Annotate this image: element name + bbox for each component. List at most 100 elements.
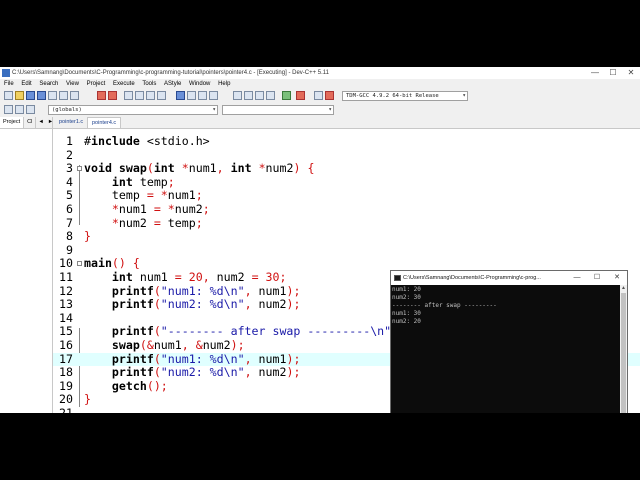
save-icon[interactable] [26,91,35,100]
code-line[interactable]: 3 void swap(int *num1, int *num2) { [53,161,640,176]
new-file-icon[interactable] [4,91,13,100]
fold-toggle-icon[interactable] [77,261,82,267]
menu-search[interactable]: Search [39,81,58,87]
scope-select[interactable]: (globals) ▾ [48,105,218,115]
replace-icon[interactable] [135,91,144,100]
console-scrollbar[interactable]: ▲ [620,285,627,413]
tab-pointer4[interactable]: pointer4.c [87,117,122,128]
fold-toggle-icon[interactable] [77,166,82,172]
tab-pointer1[interactable]: pointer1.c [55,117,87,128]
tab-project[interactable]: Project [0,117,25,128]
code-line[interactable]: 2 [53,147,640,163]
code-line[interactable]: 9 [53,242,640,258]
goto-line-icon[interactable] [157,91,166,100]
code-line[interactable]: 6 *num1 = *num2; [53,202,640,217]
console-window: C:\Users\Samnang\Documents\C-Programming… [390,270,628,413]
console-output: num1: 20 num2: 30 -------- after swap --… [391,285,620,413]
member-select[interactable]: ▾ [222,105,334,115]
code-line[interactable]: 5 temp = *num1; [53,189,640,203]
code-line[interactable]: 1 #include <stdio.h> [53,134,640,149]
menu-project[interactable]: Project [87,81,106,87]
code-line[interactable]: 8} [53,229,640,244]
line-number: 8 [66,229,73,244]
compile-icon[interactable] [233,91,242,100]
menu-window[interactable]: Window [189,81,210,87]
check-syntax-icon[interactable] [282,91,291,100]
close-file-icon[interactable] [48,91,57,100]
line-number: 10 [59,256,73,271]
console-line: -------- after swap --------- [392,302,497,309]
line-number: 15 [59,324,73,339]
scope-select-value: (globals) [52,107,82,113]
code-line[interactable]: 7 *num2 = temp; [53,215,640,231]
rebuild-icon[interactable] [266,91,275,100]
line-number: 19 [59,378,73,393]
stop-execution-icon[interactable] [296,91,305,100]
menu-tools[interactable]: Tools [142,81,156,87]
compiler-select-value: TDM-GCC 4.9.2 64-bit Release [346,93,439,99]
add-to-project-icon[interactable] [187,91,196,100]
line-number: 2 [66,147,73,162]
code-text: printf("num2: %d\n", num2); [111,365,301,380]
console-close-button[interactable]: ✕ [607,271,627,285]
console-line: num1: 20 [392,286,421,293]
undo-icon[interactable] [97,91,106,100]
project-options-icon[interactable] [209,91,218,100]
insert-icon[interactable] [4,105,13,114]
line-number: 14 [59,310,73,325]
line-number: 1 [66,134,73,148]
line-number: 17 [59,351,73,366]
code-text: printf("-------- after swap ---------\n"… [111,324,405,339]
project-panel: Project Cl ◄ ► [0,117,53,413]
menu-view[interactable]: View [66,81,79,87]
main-toolbar: TDM-GCC 4.9.2 64-bit Release ▾ [0,89,640,103]
compile-run-icon[interactable] [255,91,264,100]
console-maximize-button[interactable]: ☐ [587,271,607,285]
tab-scroll-left-icon[interactable]: ◄ [36,117,45,128]
remove-from-project-icon[interactable] [198,91,207,100]
redo-icon[interactable] [108,91,117,100]
open-folder-icon[interactable] [15,91,24,100]
code-text: getch(); [111,378,168,393]
menu-bar: File Edit Search View Project Execute To… [0,79,640,89]
run-icon[interactable] [244,91,253,100]
menu-file[interactable]: File [4,81,14,87]
menu-edit[interactable]: Edit [21,81,31,87]
line-number: 5 [66,188,73,203]
maximize-button[interactable]: ☐ [604,67,622,79]
code-line[interactable]: 4 int temp; [53,175,640,190]
code-text: } [84,392,91,407]
code-text: temp = *num1; [84,188,203,203]
menu-execute[interactable]: Execute [113,81,135,87]
console-scroll-thumb[interactable] [621,293,626,413]
find-next-icon[interactable] [146,91,155,100]
minimize-button[interactable]: — [586,67,604,79]
line-number: 6 [66,202,73,216]
menu-help[interactable]: Help [218,81,230,87]
line-number: 9 [66,242,73,257]
code-text: main() { [84,256,140,271]
save-all-icon[interactable] [37,91,46,100]
console-line: num1: 30 [392,310,421,317]
profile-chart-icon[interactable] [314,91,323,100]
close-button[interactable]: ✕ [622,67,640,79]
menu-astyle[interactable]: AStyle [164,81,181,87]
delete-profile-icon[interactable] [325,91,334,100]
goto-bookmark-icon[interactable] [26,105,35,114]
find-icon[interactable] [124,91,133,100]
title-bar: C:\Users\Samnang\Documents\C-Programming… [0,67,640,79]
tab-classes[interactable]: Cl [24,117,37,128]
code-line[interactable]: 10 main() { [53,257,640,271]
console-line: num2: 20 [392,318,421,325]
toggle-bookmark-icon[interactable] [15,105,24,114]
console-minimize-button[interactable]: — [567,271,587,285]
line-number: 7 [66,215,73,230]
devcpp-app-icon [2,69,10,77]
chevron-down-icon: ▾ [328,106,332,113]
new-project-icon[interactable] [176,91,185,100]
compiler-select[interactable]: TDM-GCC 4.9.2 64-bit Release ▾ [342,91,468,101]
close-all-icon[interactable] [59,91,68,100]
class-toolbar: (globals) ▾ ▾ [0,103,640,117]
scroll-up-arrow-icon[interactable]: ▲ [620,285,627,291]
print-icon[interactable] [70,91,79,100]
